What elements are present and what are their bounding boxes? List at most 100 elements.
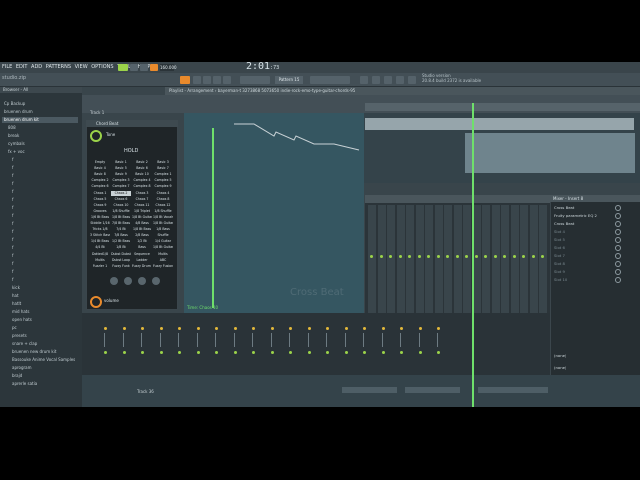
chord-preset-button[interactable]: Multis <box>90 258 110 263</box>
mixer-led-icon[interactable] <box>417 255 421 258</box>
lane-step-icon[interactable] <box>252 351 255 354</box>
chord-preset-button[interactable]: ABC <box>153 258 173 263</box>
chord-preset-button[interactable]: 3 Stitch Bass <box>90 233 110 238</box>
mixer-led-icon[interactable] <box>379 255 383 258</box>
pat-song-toggle[interactable] <box>118 64 128 71</box>
chord-preset-button[interactable]: Basic 4 <box>90 166 110 171</box>
chord-preset-button[interactable]: Shuffle <box>153 233 173 238</box>
chord-preset-button[interactable]: 1/8 Bt Guitar <box>132 215 152 220</box>
chord-preset-button[interactable]: Complex 5 <box>153 178 173 183</box>
chord-preset-button[interactable]: Complex 3 <box>111 178 131 183</box>
lane-marker-icon[interactable] <box>326 327 329 330</box>
lane-step-icon[interactable] <box>233 351 237 354</box>
chord-preset-button[interactable]: 2/8 Bass <box>132 233 152 238</box>
pattern-clip[interactable] <box>405 387 460 393</box>
mixer-led-icon[interactable] <box>503 255 506 258</box>
lane-marker-icon[interactable] <box>104 327 107 330</box>
chord-preset-button[interactable]: Fuzzy Funk <box>111 264 131 269</box>
playhead[interactable] <box>472 103 474 407</box>
chord-preset-button[interactable]: Chaos 8 <box>153 197 173 202</box>
lane-step-icon[interactable] <box>289 351 292 354</box>
chord-preset-button[interactable]: 1/4 Guitar <box>153 239 173 244</box>
lane-step-icon[interactable] <box>270 351 274 354</box>
chord-preset-button[interactable]: 1/8 Bt Vocals <box>153 215 173 220</box>
fx-slot[interactable]: Slot 4 <box>554 228 612 235</box>
lane-step-icon[interactable] <box>363 351 366 354</box>
chord-preset-button[interactable]: 7/8 Bass <box>111 233 131 238</box>
chord-preset-button[interactable]: Basic 5 <box>111 166 131 171</box>
chord-preset-button[interactable]: Basic 3 <box>153 160 173 165</box>
menu-file[interactable]: FILE <box>2 62 12 73</box>
fx-slot-mix-knob[interactable] <box>615 229 621 235</box>
chord-preset-button[interactable]: Chaos 3 <box>132 191 152 196</box>
pattern-clip[interactable] <box>342 387 397 393</box>
browser-item[interactable]: f <box>2 221 78 227</box>
plugin-knob[interactable] <box>110 277 118 285</box>
browser-item[interactable]: f <box>2 229 78 235</box>
chord-preset-button[interactable]: Complex 8 <box>132 184 152 189</box>
mixer-led-icon[interactable] <box>408 255 411 258</box>
chord-preset-button[interactable]: Chaos 11 <box>132 203 152 208</box>
play-button[interactable] <box>130 64 138 71</box>
plugin-picker-icon[interactable] <box>372 76 380 84</box>
chord-preset-button[interactable]: Chaos 12 <box>153 203 173 208</box>
mixer-led-icon[interactable] <box>522 255 525 258</box>
browser-item[interactable]: fx + voc <box>2 149 78 155</box>
browser-item[interactable]: brajd <box>2 373 78 379</box>
audio-clip-waveform[interactable] <box>474 118 634 130</box>
chord-preset-button[interactable]: Basic 1 <box>111 160 131 165</box>
hold-button[interactable]: HOLD <box>124 148 144 155</box>
browser-item[interactable]: presets <box>2 333 78 339</box>
chord-preset-button[interactable]: 1/6 Bt Bass <box>90 215 110 220</box>
chord-preset-button[interactable]: Dubst Dubst <box>111 252 131 257</box>
fx-slot-mix-knob[interactable] <box>615 261 621 267</box>
browser-item[interactable]: mid hats <box>2 309 78 315</box>
stop-button[interactable] <box>140 64 148 71</box>
record-icon[interactable] <box>408 76 416 84</box>
lane-marker-icon[interactable] <box>252 327 255 330</box>
chord-preset-button[interactable]: Ladder <box>132 258 152 263</box>
browser-item[interactable]: f <box>2 237 78 243</box>
lane-marker-icon[interactable] <box>159 327 163 330</box>
fx-slot-mix-knob[interactable] <box>615 269 621 275</box>
menu-edit[interactable]: EDIT <box>16 62 28 73</box>
chord-preset-button[interactable]: Chaos 5 <box>90 197 110 202</box>
lane-marker-icon[interactable] <box>400 327 403 330</box>
plugin-knob[interactable] <box>124 277 132 285</box>
lane-step-icon[interactable] <box>326 351 329 354</box>
fx-slot-mix-knob[interactable] <box>615 237 621 243</box>
browser-item[interactable]: f <box>2 173 78 179</box>
chord-preset-button[interactable]: Complex 9 <box>153 184 173 189</box>
automation-curve[interactable] <box>184 118 364 158</box>
channel-rack-icon[interactable] <box>213 76 221 84</box>
chord-preset-button[interactable]: Fuzzy Fusion <box>153 264 173 269</box>
chord-preset-button[interactable]: 1/8 Bt Guitar <box>153 245 173 250</box>
browser-item[interactable]: hatlt <box>2 301 78 307</box>
browser-item[interactable]: break <box>2 133 78 139</box>
chord-preset-button[interactable]: Complex 6 <box>90 184 110 189</box>
chord-preset-button[interactable]: Empty <box>90 160 110 165</box>
chord-preset-button[interactable]: Basic 7 <box>153 166 173 171</box>
lane-marker-icon[interactable] <box>381 327 385 330</box>
mixer-led-icon[interactable] <box>474 255 478 258</box>
chord-preset-button[interactable]: Basic 6 <box>132 166 152 171</box>
chord-preset-button[interactable]: 1/8 Shuffle <box>153 209 173 214</box>
browser-item[interactable]: bruenen drum <box>2 109 78 115</box>
chord-preset-button[interactable]: Basic 8 <box>90 172 110 177</box>
browser-item[interactable]: f <box>2 157 78 163</box>
chord-preset-button[interactable]: Multis <box>153 252 173 257</box>
browser-item[interactable]: kick <box>2 285 78 291</box>
browser-icon[interactable] <box>360 76 368 84</box>
snap-selector[interactable] <box>240 76 270 84</box>
chord-preset-button[interactable]: 1/8 Bt Bass <box>111 215 131 220</box>
mixer-led-icon[interactable] <box>389 255 392 258</box>
fx-slot-mix-knob[interactable] <box>615 245 621 251</box>
lane-marker-icon[interactable] <box>215 327 218 330</box>
mixer-led-icon[interactable] <box>541 255 544 258</box>
mixer-led-icon[interactable] <box>398 255 402 258</box>
plugin-knob[interactable] <box>152 277 160 285</box>
fx-slot[interactable]: Slot 8 <box>554 260 612 267</box>
chord-preset-button[interactable]: Fuzzy Drum 4 <box>132 264 152 269</box>
browser-item[interactable]: bruenen new drum kit <box>2 349 78 355</box>
browser-item[interactable]: open hats <box>2 317 78 323</box>
